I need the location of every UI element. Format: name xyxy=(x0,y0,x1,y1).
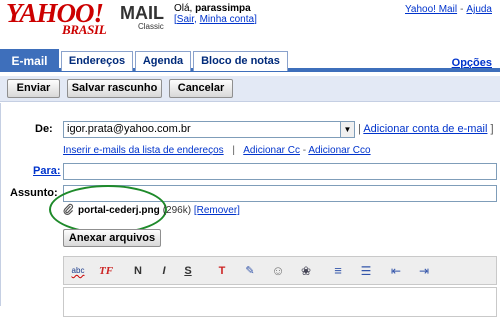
yahoo-mail-link[interactable]: Yahoo! Mail xyxy=(405,4,457,15)
from-value: igor.prata@yahoo.com.br xyxy=(67,123,191,135)
bold-icon[interactable]: N xyxy=(128,263,148,279)
paperclip-icon xyxy=(63,203,74,215)
indent-icon[interactable]: ⇥ xyxy=(414,263,434,279)
from-label: De: xyxy=(35,123,53,135)
logo-sub: BRASIL xyxy=(62,22,107,37)
attach-files-button[interactable]: Anexar arquivos xyxy=(63,229,161,247)
tab-calendar[interactable]: Agenda xyxy=(135,51,191,71)
highlight-icon[interactable]: ✎ xyxy=(240,263,260,279)
add-account-suffix: ] xyxy=(490,123,494,135)
account-links: [Sair, Minha conta] xyxy=(174,14,257,25)
to-label[interactable]: Para: xyxy=(33,165,61,177)
top-link-separator: - xyxy=(460,4,464,15)
main-tab-bar: E-mail Endereços Agenda Bloco de notas xyxy=(0,48,500,72)
save-draft-button[interactable]: Salvar rascunho xyxy=(67,79,162,98)
add-account: | Adicionar conta de e-mail ] xyxy=(358,123,494,135)
spellcheck-icon[interactable]: abc xyxy=(68,263,88,279)
username: parassimpa xyxy=(195,3,251,14)
send-button[interactable]: Enviar xyxy=(7,79,60,98)
logout-link[interactable]: Sair xyxy=(177,14,194,25)
align-icon[interactable]: ≡ xyxy=(328,263,348,279)
my-account-link[interactable]: Minha conta xyxy=(200,14,254,25)
message-body-editor[interactable] xyxy=(63,287,497,317)
cancel-button[interactable]: Cancelar xyxy=(169,79,233,98)
options-link[interactable]: Opções xyxy=(452,57,492,69)
attachment-filename: portal-cederj.png xyxy=(78,205,160,216)
tab-email[interactable]: E-mail xyxy=(0,49,59,72)
add-bcc-link[interactable]: Adicionar Cco xyxy=(308,145,370,156)
user-greeting: Olá, parassimpa xyxy=(174,3,251,14)
to-field[interactable] xyxy=(63,163,497,180)
editor-toolbar: abc TF N I S T ✎ ☺ ❀ ≡ ☰ ⇤ ⇥ xyxy=(63,256,497,285)
emoticon-icon[interactable]: ☺ xyxy=(268,263,288,279)
bullet-list-icon[interactable]: ☰ xyxy=(356,263,376,279)
chevron-down-icon[interactable]: ▼ xyxy=(340,122,354,137)
recipient-options: Inserir e-mails da lista de endereços | … xyxy=(63,145,371,156)
attachment-item: portal-cederj.png (296k) [Remover] xyxy=(63,203,240,216)
text-color-icon[interactable]: T xyxy=(212,263,232,279)
greeting-prefix: Olá, xyxy=(174,3,193,14)
subject-label: Assunto: xyxy=(10,187,58,199)
compose-toolbar: Enviar Salvar rascunho Cancelar xyxy=(0,76,500,102)
outdent-icon[interactable]: ⇤ xyxy=(386,263,406,279)
italic-icon[interactable]: I xyxy=(154,263,174,279)
top-links: Yahoo! Mail - Ajuda xyxy=(405,4,492,15)
help-link[interactable]: Ajuda xyxy=(466,4,492,15)
add-cc-link[interactable]: Adicionar Cc xyxy=(243,145,300,156)
compose-form: De: igor.prata@yahoo.com.br ▼ | Adiciona… xyxy=(0,103,500,317)
add-email-account-link[interactable]: Adicionar conta de e-mail xyxy=(363,123,487,135)
bracket-close: ] xyxy=(254,14,257,25)
font-icon[interactable]: TF xyxy=(96,263,116,279)
tab-addresses[interactable]: Endereços xyxy=(61,51,133,71)
stationery-icon[interactable]: ❀ xyxy=(296,263,316,279)
remove-attachment-link[interactable]: [Remover] xyxy=(194,205,240,216)
add-account-prefix: | xyxy=(358,123,361,135)
sublink-separator: | xyxy=(232,145,236,156)
cc-bcc-separator: - xyxy=(302,145,307,156)
attachment-size: (296k) xyxy=(162,205,192,216)
insert-from-addressbook-link[interactable]: Inserir e-mails da lista de endereços xyxy=(63,145,224,156)
product-edition: Classic xyxy=(138,22,164,31)
from-select[interactable]: igor.prata@yahoo.com.br ▼ xyxy=(63,121,355,138)
link-separator: , xyxy=(194,14,197,25)
strikethrough-icon[interactable]: S xyxy=(178,263,198,279)
product-name: MAIL xyxy=(120,3,164,23)
tab-notepad[interactable]: Bloco de notas xyxy=(193,51,288,71)
